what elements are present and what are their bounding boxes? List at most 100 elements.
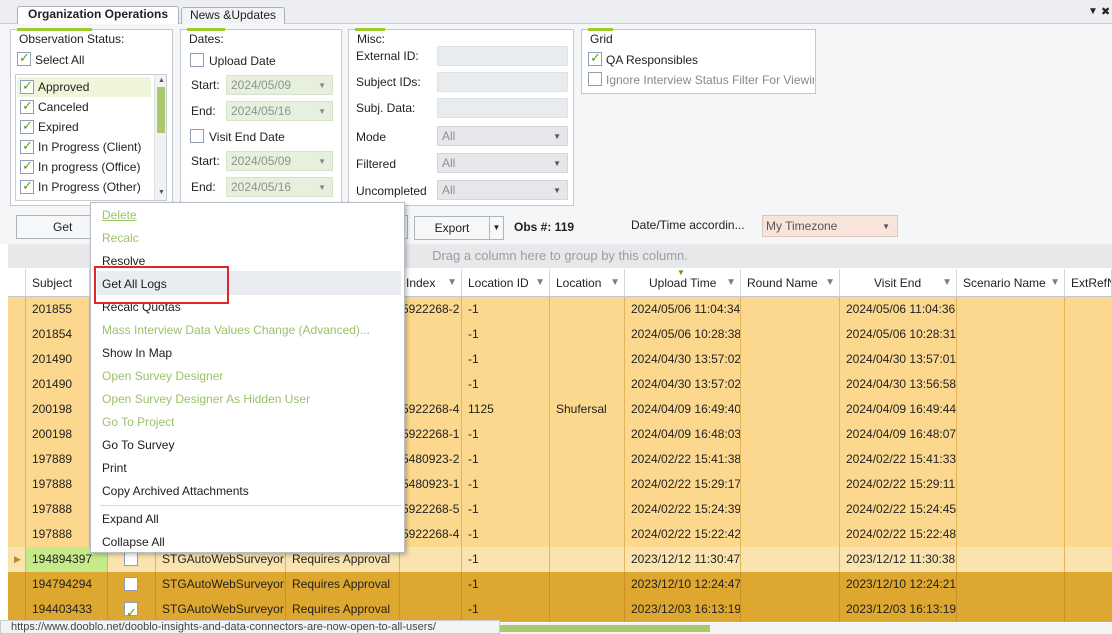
status-label: Approved xyxy=(38,80,90,94)
chevron-down-icon[interactable]: ▼ xyxy=(553,155,561,173)
status-checkbox-expired[interactable] xyxy=(20,118,34,134)
column-header-index[interactable]: Index ▼ xyxy=(400,269,462,297)
table-row[interactable]: 194403433 STGAutoWebSurveyor Requires Ap… xyxy=(8,597,1112,622)
chevron-down-icon[interactable]: ▼ xyxy=(489,217,503,239)
row-checkbox[interactable] xyxy=(124,577,138,591)
cell-location xyxy=(550,322,625,347)
cell-index xyxy=(400,597,462,622)
filter-icon[interactable]: ▼ xyxy=(610,269,620,296)
cell-location xyxy=(550,347,625,372)
filter-icon[interactable]: ▼ xyxy=(942,269,952,296)
scroll-up-icon[interactable]: ▲ xyxy=(158,77,165,84)
menu-item-open-survey-designer[interactable]: Open Survey Designer xyxy=(102,369,223,383)
status-label: In Progress (Client) xyxy=(38,140,142,154)
timezone-select[interactable]: My Timezone ▼ xyxy=(762,215,898,237)
cell-location-id: -1 xyxy=(462,597,550,622)
cell-index xyxy=(400,372,462,397)
visit-end-date-field[interactable]: 2024/05/16 ▼ xyxy=(226,177,333,197)
menu-item-print[interactable]: Print xyxy=(102,461,127,475)
close-icon[interactable]: ✖ xyxy=(1101,5,1110,18)
menu-item-open-designer-hidden[interactable]: Open Survey Designer As Hidden User xyxy=(102,392,310,406)
chevron-down-icon[interactable]: ▼ xyxy=(318,153,326,171)
column-header-round-name[interactable]: Round Name ▼ xyxy=(741,269,840,297)
external-id-field[interactable] xyxy=(437,46,568,66)
visit-end-date-checkbox[interactable] xyxy=(190,129,204,143)
menu-item-show-in-map[interactable]: Show In Map xyxy=(102,346,172,360)
column-title: Location xyxy=(556,276,602,290)
scroll-thumb[interactable] xyxy=(157,87,165,133)
cell-round-name xyxy=(741,472,840,497)
mode-select[interactable]: All ▼ xyxy=(437,126,568,146)
chevron-down-icon[interactable]: ▼ xyxy=(553,128,561,146)
dropdown-arrow-icon[interactable]: ▼ xyxy=(1088,6,1098,17)
cell-location xyxy=(550,472,625,497)
menu-item-copy-archived[interactable]: Copy Archived Attachments xyxy=(102,484,249,498)
row-checkbox[interactable] xyxy=(124,600,138,622)
cell-visit-end: 2023/12/03 16:13:19 xyxy=(840,597,957,622)
status-checkbox-approved[interactable] xyxy=(20,78,34,94)
column-header-extref[interactable]: ExtRefN xyxy=(1065,269,1112,297)
table-row[interactable]: 194794294 STGAutoWebSurveyor Requires Ap… xyxy=(8,572,1112,597)
column-header-location-id[interactable]: Location ID ▼ xyxy=(462,269,550,297)
status-checkbox-canceled[interactable] xyxy=(20,98,34,114)
qa-responsibles-checkbox[interactable] xyxy=(588,50,602,66)
upload-end-date-field[interactable]: 2024/05/16 ▼ xyxy=(226,101,333,121)
subject-ids-field[interactable] xyxy=(437,72,568,92)
row-checkbox[interactable] xyxy=(124,552,138,566)
column-header-subject[interactable]: Subject xyxy=(26,269,90,297)
menu-item-mass-change[interactable]: Mass Interview Data Values Change (Advan… xyxy=(102,323,370,337)
scroll-thumb[interactable] xyxy=(500,625,710,632)
filter-icon[interactable]: ▼ xyxy=(1050,269,1060,296)
upload-date-checkbox[interactable] xyxy=(190,53,204,67)
menu-item-collapse-all[interactable]: Collapse All xyxy=(102,535,165,549)
chevron-down-icon[interactable]: ▼ xyxy=(553,182,561,200)
filter-icon[interactable]: ▼ xyxy=(726,269,736,296)
list-scrollbar[interactable]: ▲ ▼ xyxy=(154,75,166,200)
column-header-location[interactable]: Location ▼ xyxy=(550,269,625,297)
column-header-visit-end[interactable]: Visit End ▼ xyxy=(840,269,957,297)
cell-visit-end: 2023/12/12 11:30:38 xyxy=(840,547,957,572)
cell-subject: 197888 xyxy=(26,472,90,497)
scroll-down-icon[interactable]: ▼ xyxy=(158,189,165,196)
subj-data-field[interactable] xyxy=(437,98,568,118)
cell-upload-time: 2023/12/03 16:13:19 xyxy=(625,597,741,622)
menu-item-go-to-project[interactable]: Go To Project xyxy=(102,415,174,429)
select-all-checkbox[interactable] xyxy=(17,50,31,66)
horizontal-scrollbar[interactable] xyxy=(500,623,1112,634)
column-header-upload-time[interactable]: ▼ Upload Time ▼ xyxy=(625,269,741,297)
status-checkbox-in-progress-client[interactable] xyxy=(20,138,34,154)
chevron-down-icon[interactable]: ▼ xyxy=(882,217,890,237)
filter-icon[interactable]: ▼ xyxy=(535,269,545,296)
filter-icon[interactable]: ▼ xyxy=(447,269,457,296)
filter-icon[interactable]: ▼ xyxy=(825,269,835,296)
tab-organization-operations[interactable]: Organization Operations xyxy=(17,6,179,24)
chevron-down-icon[interactable]: ▼ xyxy=(318,179,326,197)
cell-surveyor: STGAutoWebSurveyor xyxy=(156,572,286,597)
menu-item-recalc[interactable]: Recalc xyxy=(102,231,139,245)
cell-scenario-name xyxy=(957,372,1065,397)
menu-item-go-to-survey[interactable]: Go To Survey xyxy=(102,438,174,452)
column-header-scenario-name[interactable]: Scenario Name ▼ xyxy=(957,269,1065,297)
upload-start-date-field[interactable]: 2024/05/09 ▼ xyxy=(226,75,333,95)
filtered-select[interactable]: All ▼ xyxy=(437,153,568,173)
get-button[interactable]: Get xyxy=(16,215,96,239)
column-title: Subject xyxy=(32,276,73,290)
tab-news-updates[interactable]: News &Updates xyxy=(181,7,285,24)
chevron-down-icon[interactable]: ▼ xyxy=(318,103,326,121)
menu-item-delete[interactable]: Delete xyxy=(102,208,137,222)
status-checkbox-in-progress-other[interactable] xyxy=(20,178,34,194)
chevron-down-icon[interactable]: ▼ xyxy=(318,77,326,95)
ignore-status-filter-checkbox[interactable] xyxy=(588,72,602,86)
cell-checkbox[interactable] xyxy=(108,572,156,597)
uncompleted-select[interactable]: All ▼ xyxy=(437,180,568,200)
cell-round-name xyxy=(741,572,840,597)
export-button[interactable]: Export ▼ xyxy=(414,216,504,240)
visit-start-date-field[interactable]: 2024/05/09 ▼ xyxy=(226,151,333,171)
status-checkbox-in-progress-office[interactable] xyxy=(20,158,34,174)
cell-index xyxy=(400,572,462,597)
cell-round-name xyxy=(741,347,840,372)
cell-checkbox[interactable] xyxy=(108,597,156,622)
group-accent-bar xyxy=(187,28,225,31)
cell-location xyxy=(550,297,625,322)
menu-item-expand-all[interactable]: Expand All xyxy=(102,512,159,526)
